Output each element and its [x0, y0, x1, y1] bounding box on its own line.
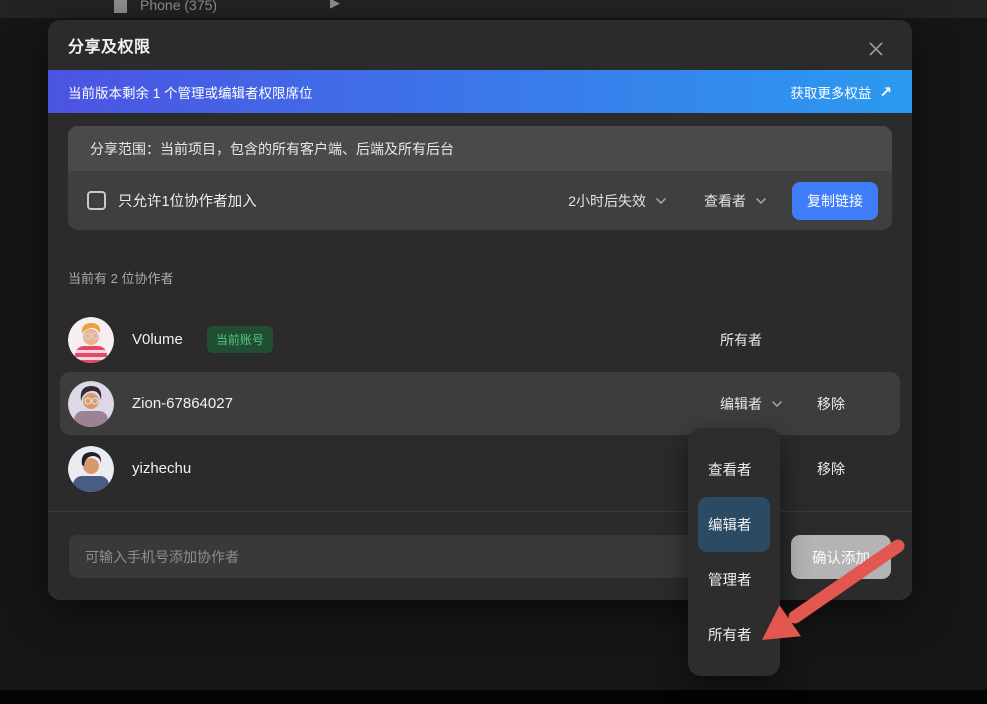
copy-link-button[interactable]: 复制链接: [792, 181, 878, 220]
external-link-icon: ↗: [879, 83, 892, 101]
collaborator-name: V0lume: [132, 331, 183, 348]
close-icon[interactable]: [864, 37, 888, 61]
frame-label: Phone (375): [140, 0, 218, 13]
get-more-benefits-link[interactable]: 获取更多权益 ↗: [790, 82, 892, 102]
frame-icon: [114, 0, 127, 13]
share-scope-text: 分享范围：当前项目，包含的所有客户端、后端及所有后台: [90, 140, 454, 157]
canvas-toolbar: Phone (375) ▶: [0, 0, 987, 18]
chevron-down-icon: [771, 400, 783, 407]
remove-collaborator-link[interactable]: 移除: [817, 394, 845, 414]
role-option-viewer[interactable]: 查看者: [698, 442, 770, 497]
role-option-admin[interactable]: 管理者: [698, 552, 770, 607]
collaborator-role: 所有者: [720, 331, 762, 348]
get-more-benefits-label: 获取更多权益: [790, 85, 872, 101]
current-account-badge: 当前账号: [206, 326, 273, 353]
collaborator-name: Zion-67864027: [132, 395, 233, 412]
link-settings-row: 只允许1位协作者加入 2小时后失效 查看者 复制链接: [68, 171, 892, 230]
play-icon[interactable]: ▶: [330, 0, 340, 11]
limit-one-collaborator-checkbox[interactable]: [87, 191, 106, 210]
share-scope-panel: 分享范围：当前项目，包含的所有客户端、后端及所有后台 只允许1位协作者加入 2小…: [68, 126, 892, 230]
chevron-down-icon: [755, 197, 767, 204]
quota-banner-text: 当前版本剩余 1 个管理或编辑者权限席位: [68, 85, 313, 101]
role-dropdown-menu: 查看者 编辑者 管理者 所有者: [688, 428, 780, 676]
collaborator-row: V0lume 当前账号 所有者: [68, 308, 892, 371]
confirm-add-button[interactable]: 确认添加: [791, 535, 891, 579]
link-role-value: 查看者: [704, 192, 746, 209]
collaborator-role-select[interactable]: 编辑者: [720, 394, 783, 414]
collaborator-name: yizhechu: [132, 460, 192, 477]
dialog-title: 分享及权限: [68, 39, 151, 56]
share-permissions-dialog: 分享及权限 当前版本剩余 1 个管理或编辑者权限席位 获取更多权益 ↗ 分享范围…: [48, 20, 912, 600]
remove-collaborator-link[interactable]: 移除: [817, 459, 845, 479]
link-role-select[interactable]: 查看者: [704, 191, 767, 211]
chevron-down-icon: [655, 197, 667, 204]
share-scope-header: 分享范围：当前项目，包含的所有客户端、后端及所有后台: [68, 126, 892, 171]
avatar: [68, 316, 114, 363]
link-expiry-select[interactable]: 2小时后失效: [568, 191, 667, 211]
add-collaborator-input[interactable]: [69, 535, 779, 578]
avatar: [68, 380, 114, 427]
role-option-owner[interactable]: 所有者: [698, 607, 770, 662]
role-option-editor[interactable]: 编辑者: [698, 497, 770, 552]
link-expiry-value: 2小时后失效: [568, 192, 646, 209]
limit-one-collaborator-label: 只允许1位协作者加入: [118, 194, 257, 210]
avatar: [68, 445, 114, 492]
collaborator-role-value: 编辑者: [720, 395, 762, 412]
screen: Phone (375) ▶ 分享及权限 当前版本剩余 1 个管理或编辑者权限席位…: [0, 0, 987, 704]
quota-banner: 当前版本剩余 1 个管理或编辑者权限席位 获取更多权益 ↗: [48, 70, 912, 113]
divider: [48, 511, 912, 512]
bottom-bar: [0, 690, 987, 704]
collaborator-row: Zion-67864027 编辑者 移除: [68, 372, 892, 435]
collaborator-count: 当前有 2 位协作者: [68, 271, 174, 286]
